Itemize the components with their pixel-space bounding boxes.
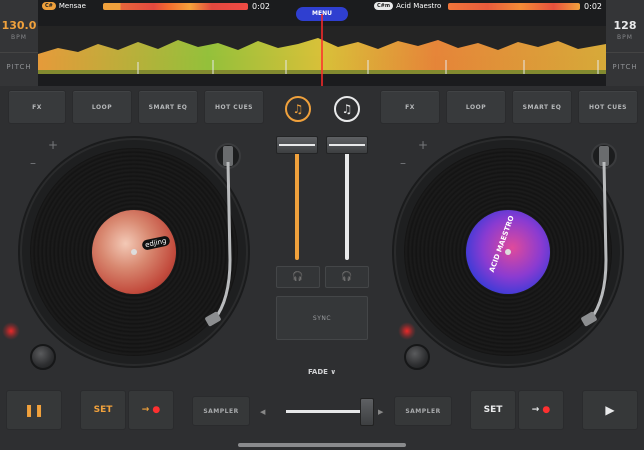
- left-deck-music-icon[interactable]: ♫: [285, 96, 311, 122]
- left-label-logo: edjing: [141, 235, 171, 251]
- left-track-time: 0:02: [252, 1, 270, 11]
- right-bpm-value: 128: [613, 19, 637, 32]
- right-pitch-minus[interactable]: –: [400, 156, 406, 170]
- waveform-strip: 130.0 BPM PITCH C# Mensae 0:02 MENU C#m …: [0, 0, 644, 86]
- left-key-badge: C#: [42, 2, 56, 10]
- crossfader-handle[interactable]: [360, 398, 374, 426]
- left-loop-pad[interactable]: LOOP: [72, 90, 132, 124]
- right-track-title: Acid Maestro: [396, 2, 442, 10]
- right-led-icon: [398, 322, 416, 340]
- crossfader-right-arrow-icon[interactable]: ▶: [378, 408, 383, 416]
- right-deck-music-icon[interactable]: ♫: [334, 96, 360, 122]
- left-track-title: Mensae: [58, 2, 86, 10]
- left-spindle: [131, 249, 137, 255]
- left-headphones-icon[interactable]: 🎧: [276, 266, 320, 288]
- right-bpm-unit: BPM: [617, 34, 633, 41]
- waveform-display[interactable]: C# Mensae 0:02 MENU C#m Acid Maestro 0:0…: [38, 0, 606, 86]
- right-tonearm[interactable]: [572, 140, 632, 330]
- left-tonearm[interactable]: [196, 140, 256, 330]
- crossfader-track: [286, 410, 370, 413]
- left-pitch-button[interactable]: PITCH: [0, 52, 38, 80]
- right-spindle: [505, 249, 511, 255]
- left-fx-pad[interactable]: FX: [8, 90, 66, 124]
- right-bpm[interactable]: 128 BPM: [606, 14, 644, 41]
- right-pitch-button[interactable]: PITCH: [606, 52, 644, 80]
- right-pitch-plus[interactable]: +: [418, 138, 428, 152]
- left-pitch-minus[interactable]: –: [30, 156, 36, 170]
- right-play-icon[interactable]: ▶: [582, 390, 638, 430]
- right-mini-waveform[interactable]: [448, 2, 581, 10]
- right-loop-pad[interactable]: LOOP: [446, 90, 506, 124]
- right-record-cue-icon[interactable]: → ●: [518, 390, 564, 430]
- left-hot-cues-pad[interactable]: HOT CUES: [204, 90, 264, 124]
- left-mini-waveform[interactable]: [102, 2, 249, 10]
- right-fx-pad[interactable]: FX: [380, 90, 440, 124]
- right-volume-track: [345, 152, 349, 260]
- left-bpm[interactable]: 130.0 BPM: [0, 14, 38, 41]
- right-cue-knob[interactable]: [404, 344, 430, 370]
- right-track-bar: C#m Acid Maestro 0:02: [370, 0, 606, 12]
- home-indicator[interactable]: [238, 443, 406, 447]
- crossfader[interactable]: [282, 398, 374, 426]
- left-bpm-panel: 130.0 BPM PITCH: [0, 0, 38, 86]
- right-sampler-button[interactable]: SAMPLER: [394, 396, 452, 426]
- right-smart-eq-pad[interactable]: SMART EQ: [512, 90, 572, 124]
- left-sampler-button[interactable]: SAMPLER: [192, 396, 250, 426]
- left-led-icon: [2, 322, 20, 340]
- left-set-button[interactable]: SET: [80, 390, 126, 430]
- right-volume-fader[interactable]: [326, 136, 368, 154]
- right-key-badge: C#m: [374, 2, 394, 10]
- left-pause-icon[interactable]: ❚❚: [6, 390, 62, 430]
- right-bpm-panel: 128 BPM PITCH: [606, 0, 644, 86]
- right-hot-cues-pad[interactable]: HOT CUES: [578, 90, 638, 124]
- left-volume-track: [295, 152, 299, 260]
- dj-app: 130.0 BPM PITCH C# Mensae 0:02 MENU C#m …: [0, 0, 644, 450]
- fade-dropdown[interactable]: FADE ∨: [300, 368, 344, 376]
- left-smart-eq-pad[interactable]: SMART EQ: [138, 90, 198, 124]
- left-bpm-value: 130.0: [1, 19, 37, 32]
- main-waveform: [38, 14, 606, 86]
- left-volume-fader[interactable]: [276, 136, 318, 154]
- crossfader-left-arrow-icon[interactable]: ◀: [260, 408, 265, 416]
- left-cue-knob[interactable]: [30, 344, 56, 370]
- left-pitch-plus[interactable]: +: [48, 138, 58, 152]
- sync-button[interactable]: SYNC: [276, 296, 368, 340]
- right-track-time: 0:02: [584, 1, 602, 11]
- right-headphones-icon[interactable]: 🎧: [325, 266, 369, 288]
- left-bpm-unit: BPM: [11, 34, 27, 41]
- left-record-cue-icon[interactable]: → ●: [128, 390, 174, 430]
- left-track-bar: C# Mensae 0:02: [38, 0, 274, 12]
- right-label-text: ACID MAESTRO: [487, 214, 516, 274]
- right-set-button[interactable]: SET: [470, 390, 516, 430]
